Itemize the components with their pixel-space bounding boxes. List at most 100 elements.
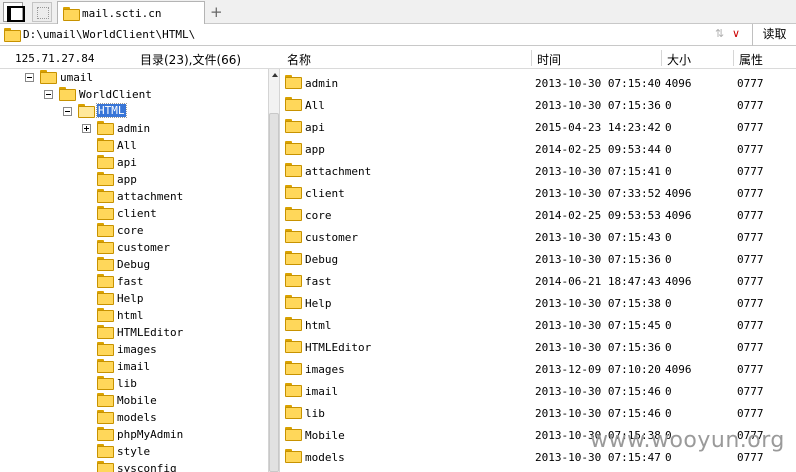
file-row[interactable]: attachment 2013-10-30 07:15:41 0 0777 [281,159,796,181]
tree-item-label: phpMyAdmin [117,428,184,441]
tree-item-label: attachment [117,190,184,203]
tree-item-label: WorldClient [79,88,152,101]
file-time: 2013-10-30 07:15:43 [535,231,661,244]
file-row[interactable]: HTMLEditor 2013-10-30 07:15:36 0 0777 [281,335,796,357]
folder-icon [285,383,302,397]
file-name: client [305,187,345,200]
folder-icon [97,240,114,254]
tree-item-label: sysconfig [117,462,177,472]
file-row[interactable]: All 2013-10-30 07:15:36 0 0777 [281,93,796,115]
file-name: core [305,209,332,222]
file-attr: 0777 [737,143,764,156]
sort-icon[interactable]: ⇅ [715,27,724,40]
folder-icon [4,28,21,42]
file-name: lib [305,407,325,420]
tree-item-label: HTML [96,103,127,118]
file-time: 2013-12-09 07:10:20 [535,363,661,376]
file-time: 2013-10-30 07:15:40 [535,77,661,90]
file-row[interactable]: customer 2013-10-30 07:15:43 0 0777 [281,225,796,247]
folder-icon [97,121,114,135]
file-size: 0 [665,99,672,112]
scroll-up-icon[interactable] [272,73,278,77]
folder-icon [97,155,114,169]
file-row[interactable]: core 2014-02-25 09:53:53 4096 0777 [281,203,796,225]
scrollbar-thumb[interactable] [269,113,279,472]
tree-item-label: app [117,173,137,186]
collapse-icon[interactable] [63,107,72,116]
column-divider[interactable] [733,50,734,66]
column-attr[interactable]: 属性 [739,51,763,68]
column-divider[interactable] [661,50,662,66]
file-size: 0 [665,143,672,156]
file-row[interactable]: html 2013-10-30 07:15:45 0 0777 [281,313,796,335]
toggle-panel-button[interactable] [3,2,25,22]
file-row[interactable]: fast 2014-06-21 18:47:43 4096 0777 [281,269,796,291]
file-attr: 0777 [737,319,764,332]
folder-icon [285,427,302,441]
chevron-down-icon[interactable]: ∨ [732,27,740,40]
file-attr: 0777 [737,99,764,112]
tree-item-label: customer [117,241,170,254]
folder-icon [285,339,302,353]
column-size[interactable]: 大小 [667,51,691,68]
file-row[interactable]: app 2014-02-25 09:53:44 0 0777 [281,137,796,159]
collapse-icon[interactable] [44,90,53,99]
file-row[interactable]: admin 2013-10-30 07:15:40 4096 0777 [281,71,796,93]
folder-icon [97,189,114,203]
file-attr: 0777 [737,407,764,420]
file-attr: 0777 [737,275,764,288]
file-time: 2013-10-30 07:15:38 [535,297,661,310]
column-divider[interactable] [531,50,532,66]
file-size: 4096 [665,275,692,288]
item-count: 目录(23),文件(66) [140,53,242,67]
expand-icon[interactable] [82,124,91,133]
file-time: 2013-10-30 07:15:41 [535,165,661,178]
file-row[interactable]: imail 2013-10-30 07:15:46 0 0777 [281,379,796,401]
column-name[interactable]: 名称 [287,51,311,68]
file-size: 4096 [665,363,692,376]
folder-icon [285,163,302,177]
file-size: 0 [665,319,672,332]
file-time: 2014-02-25 09:53:53 [535,209,661,222]
new-window-button[interactable] [32,2,52,22]
file-time: 2014-06-21 18:47:43 [535,275,661,288]
column-time[interactable]: 时间 [537,51,561,68]
file-size: 0 [665,341,672,354]
folder-icon [97,257,114,271]
splitter-scrollbar[interactable] [268,69,280,472]
file-row[interactable]: client 2013-10-30 07:33:52 4096 0777 [281,181,796,203]
file-size: 4096 [665,209,692,222]
file-attr: 0777 [737,165,764,178]
folder-icon [97,410,114,424]
folder-icon [97,138,114,152]
file-row[interactable]: api 2015-04-23 14:23:42 0 0777 [281,115,796,137]
file-row[interactable]: Help 2013-10-30 07:15:38 0 0777 [281,291,796,313]
read-button[interactable]: 读取 [752,24,796,46]
tree-item-label: imail [117,360,151,373]
folder-icon [285,119,302,133]
folder-icon [97,172,114,186]
tree-item-label: umail [60,71,94,84]
file-name: admin [305,77,339,90]
file-name: images [305,363,345,376]
folder-icon [285,251,302,265]
folder-icon [285,273,302,287]
tab-mail-scti[interactable]: mail.scti.cn [57,1,205,24]
folder-icon [97,376,114,390]
file-attr: 0777 [737,385,764,398]
path-input[interactable]: D:\umail\WorldClient\HTML\ [23,28,195,41]
file-time: 2013-10-30 07:15:45 [535,319,661,332]
folder-icon [285,97,302,111]
file-name: attachment [305,165,372,178]
collapse-icon[interactable] [25,73,34,82]
folder-icon [97,359,114,373]
add-tab-button[interactable]: + [210,3,223,21]
folder-icon [40,70,57,84]
header-row: 125.71.27.84 目录(23),文件(66) 名称 时间 大小 属性 [0,47,796,69]
file-row[interactable]: lib 2013-10-30 07:15:46 0 0777 [281,401,796,423]
address-bar: D:\umail\WorldClient\HTML\ ⇅ ∨ 读取 [0,24,796,46]
folder-icon [97,427,114,441]
tab-bar: mail.scti.cn + [0,0,796,24]
file-row[interactable]: images 2013-12-09 07:10:20 4096 0777 [281,357,796,379]
file-row[interactable]: Debug 2013-10-30 07:15:36 0 0777 [281,247,796,269]
